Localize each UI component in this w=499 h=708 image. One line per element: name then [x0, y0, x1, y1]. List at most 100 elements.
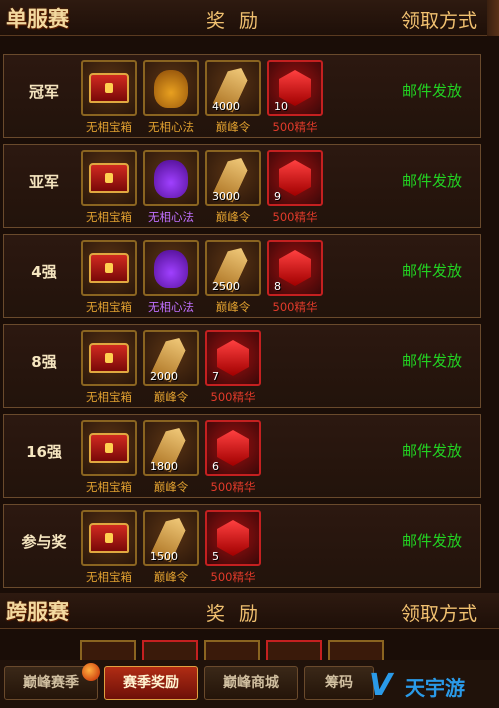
- reward-item[interactable]: 2000: [143, 330, 199, 386]
- item-label: 无相宝箱: [86, 210, 132, 224]
- reward-row: 参与奖 无相宝箱 1500 巅峰令 5 500精华 邮件发放: [3, 504, 481, 588]
- tab-season-rewards[interactable]: 赛季奖励: [104, 666, 198, 700]
- reward-item[interactable]: [143, 240, 199, 296]
- watermark-logo-icon: V: [369, 668, 393, 703]
- claim-method: 邮件发放: [402, 82, 463, 100]
- peek-item-chest-icon: [80, 640, 136, 662]
- purple-bag-icon: [154, 160, 188, 198]
- red-gem-icon: [279, 250, 311, 286]
- reward-item[interactable]: [81, 420, 137, 476]
- reward-item[interactable]: [143, 60, 199, 116]
- item-quantity: 6: [212, 460, 219, 473]
- reward-item[interactable]: 2500: [205, 240, 261, 296]
- item-label: 无相心法: [148, 300, 194, 314]
- reward-item[interactable]: 6: [205, 420, 261, 476]
- reward-item[interactable]: 5: [205, 510, 261, 566]
- rank-label: 8强: [31, 353, 57, 371]
- claim-method: 邮件发放: [402, 532, 463, 550]
- watermark-text: 天宇游: [405, 676, 465, 700]
- reward-item[interactable]: [81, 330, 137, 386]
- peek-item-red-icon: [266, 640, 322, 662]
- single-server-title: 单服赛: [6, 7, 69, 31]
- item-label: 巅峰令: [153, 390, 189, 404]
- chest-icon: [89, 433, 129, 463]
- red-gem-icon: [217, 430, 249, 466]
- chest-icon: [89, 343, 129, 373]
- item-label: 500精华: [210, 570, 256, 584]
- reward-item[interactable]: 10: [267, 60, 323, 116]
- item-quantity: 4000: [212, 100, 240, 113]
- gold-bag-icon: [154, 70, 188, 108]
- scroll-arrow-icon[interactable]: [487, 0, 499, 36]
- item-label: 500精华: [272, 300, 318, 314]
- cross-server-title: 跨服赛: [6, 600, 69, 624]
- item-label: 无相宝箱: [86, 120, 132, 134]
- notification-dot-icon: [82, 663, 100, 681]
- tab-peak-shop[interactable]: 巅峰商城: [204, 666, 298, 700]
- item-label: 无相宝箱: [86, 300, 132, 314]
- item-label: 500精华: [210, 480, 256, 494]
- claim-method: 邮件发放: [402, 262, 463, 280]
- item-quantity: 2000: [150, 370, 178, 383]
- item-label: 500精华: [272, 120, 318, 134]
- reward-row: 亚军 无相宝箱 无相心法 3000 巅峰令 9 500精华 邮件发放: [3, 144, 481, 228]
- reward-item[interactable]: 3000: [205, 150, 261, 206]
- red-gem-icon: [217, 340, 249, 376]
- reward-row: 16强无相宝箱 1800 巅峰令 6 500精华 邮件发放: [3, 414, 481, 498]
- item-label: 无相宝箱: [86, 390, 132, 404]
- reward-column-header: 奖 励: [206, 10, 263, 32]
- peek-item-gold-icon: [204, 640, 260, 662]
- reward-column-header: 奖 励: [206, 603, 263, 625]
- item-label: 无相心法: [148, 210, 194, 224]
- item-label: 无相心法: [148, 120, 194, 134]
- item-label: 巅峰令: [153, 480, 189, 494]
- reward-item[interactable]: [81, 60, 137, 116]
- reward-item[interactable]: [81, 150, 137, 206]
- chest-icon: [89, 523, 129, 553]
- red-gem-icon: [217, 520, 249, 556]
- item-quantity: 5: [212, 550, 219, 563]
- chest-icon: [89, 163, 129, 193]
- peek-item-red-icon: [142, 640, 198, 662]
- chest-icon: [89, 253, 129, 283]
- claim-method: 邮件发放: [402, 442, 463, 460]
- chest-icon: [89, 73, 129, 103]
- item-quantity: 9: [274, 190, 281, 203]
- item-quantity: 3000: [212, 190, 240, 203]
- item-label: 无相宝箱: [86, 570, 132, 584]
- reward-item[interactable]: 4000: [205, 60, 261, 116]
- reward-item[interactable]: 9: [267, 150, 323, 206]
- reward-row: 冠军 无相宝箱 无相心法 4000 巅峰令 10 500精华 邮件发放: [3, 54, 481, 138]
- item-quantity: 1800: [150, 460, 178, 473]
- rank-label: 16强: [26, 443, 62, 461]
- reward-row: 4强 无相宝箱 无相心法 2500 巅峰令 8 500精华 邮件发放: [3, 234, 481, 318]
- item-quantity: 10: [274, 100, 288, 113]
- reward-item[interactable]: 7: [205, 330, 261, 386]
- rank-label: 亚军: [28, 173, 59, 191]
- item-quantity: 2500: [212, 280, 240, 293]
- reward-row: 8强 无相宝箱 2000 巅峰令 7 500精华 邮件发放: [3, 324, 481, 408]
- item-quantity: 1500: [150, 550, 178, 563]
- item-label: 500精华: [210, 390, 256, 404]
- reward-item[interactable]: [81, 240, 137, 296]
- reward-item[interactable]: [81, 510, 137, 566]
- reward-item[interactable]: 1800: [143, 420, 199, 476]
- red-gem-icon: [279, 160, 311, 196]
- item-label: 巅峰令: [215, 210, 251, 224]
- claim-method: 邮件发放: [402, 172, 463, 190]
- reward-item[interactable]: 8: [267, 240, 323, 296]
- item-label: 无相宝箱: [86, 480, 132, 494]
- reward-item[interactable]: 1500: [143, 510, 199, 566]
- claim-column-header: 领取方式: [400, 10, 477, 32]
- item-label: 巅峰令: [215, 120, 251, 134]
- item-label: 巅峰令: [215, 300, 251, 314]
- purple-bag-icon: [154, 250, 188, 288]
- reward-item[interactable]: [143, 150, 199, 206]
- tab-chips[interactable]: 筹码: [304, 666, 374, 700]
- peek-item-gold-icon: [328, 640, 384, 662]
- item-label: 巅峰令: [153, 570, 189, 584]
- item-quantity: 7: [212, 370, 219, 383]
- item-quantity: 8: [274, 280, 281, 293]
- watermark: V 天宇游: [369, 666, 497, 706]
- single-server-header: 单服赛 奖 励 领取方式: [0, 0, 499, 36]
